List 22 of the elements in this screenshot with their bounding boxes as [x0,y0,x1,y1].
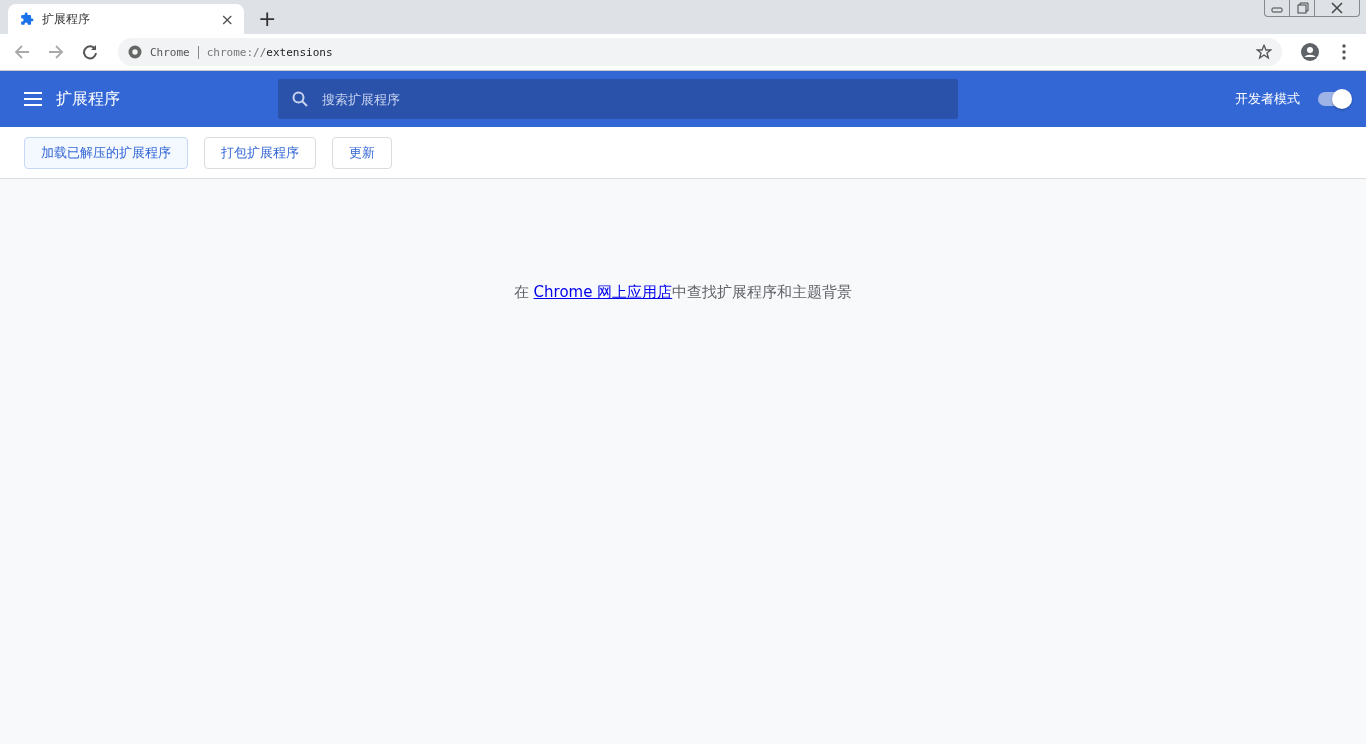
tab-title: 扩展程序 [42,10,91,28]
search-field[interactable]: 搜索扩展程序 [278,79,958,119]
menu-icon[interactable] [24,92,42,106]
puzzle-icon [20,12,34,26]
reload-icon[interactable] [82,44,98,60]
browser-tab[interactable]: 扩展程序 × [8,4,244,34]
tab-close-button[interactable]: × [220,9,234,29]
menu-dots-icon[interactable] [1342,44,1346,60]
developer-mode-toggle[interactable] [1318,92,1350,106]
web-store-link[interactable]: Chrome 网上应用店 [533,283,673,301]
account-icon[interactable] [1301,43,1319,61]
store-hint-text: 在 Chrome 网上应用店中查找扩展程序和主题背景 [513,283,853,301]
address-bar[interactable]: Chrome chrome://extensions [118,38,1282,66]
developer-mode-label: 开发者模式 [1235,90,1300,108]
star-icon[interactable] [1256,44,1272,60]
toolbar-button[interactable]: 加载已解压的扩展程序 [24,136,188,169]
new-tab-button[interactable]: + [258,8,277,30]
toolbar-button[interactable]: 更新 [332,136,392,169]
url-text: chrome://extensions [206,45,333,59]
toolbar-button[interactable]: 打包扩展程序 [204,136,316,169]
page-title: 扩展程序 [56,88,121,110]
site-label: Chrome [150,45,199,59]
